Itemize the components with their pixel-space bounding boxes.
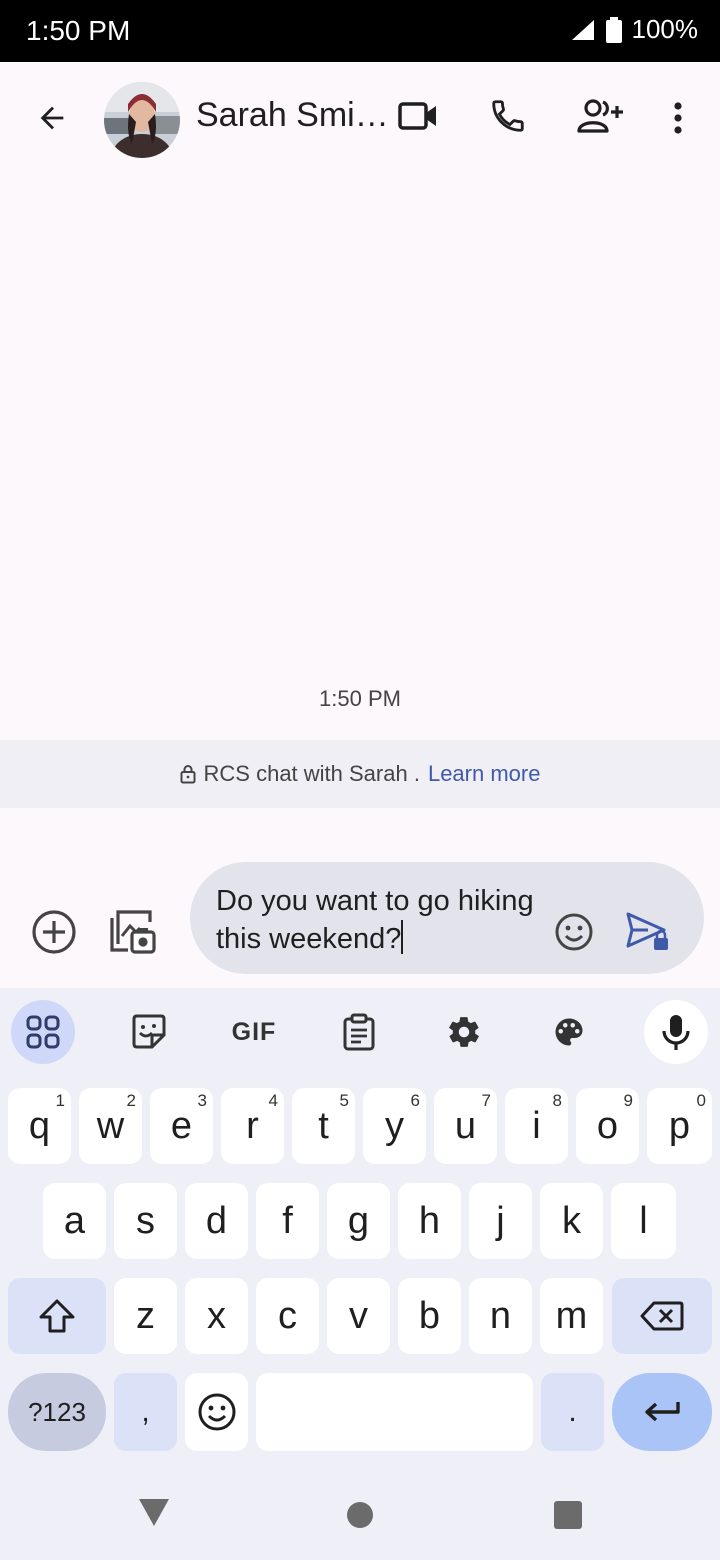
key-w[interactable]: w2 [79, 1088, 142, 1164]
symbols-key[interactable]: ?123 [8, 1373, 106, 1451]
shift-icon [39, 1299, 75, 1333]
key-h[interactable]: h [398, 1183, 461, 1259]
send-button[interactable] [624, 910, 674, 954]
shift-key[interactable] [8, 1278, 106, 1354]
text-cursor [401, 920, 404, 954]
key-f[interactable]: f [256, 1183, 319, 1259]
message-timestamp: 1:50 PM [319, 686, 401, 711]
more-options-button[interactable] [660, 90, 696, 146]
keyboard-toolbar: GIF [0, 988, 720, 1076]
nav-home-icon[interactable] [346, 1501, 374, 1529]
key-b[interactable]: b [398, 1278, 461, 1354]
emoji-button[interactable] [552, 910, 596, 954]
phone-icon [492, 100, 524, 132]
nav-recents-icon[interactable] [553, 1501, 583, 1529]
contact-name[interactable]: Sarah Smi… [196, 96, 389, 135]
theme-button[interactable] [537, 1000, 601, 1064]
voice-input-button[interactable] [644, 1000, 708, 1064]
sticker-button[interactable] [117, 1000, 181, 1064]
status-time: 1:50 PM [26, 15, 131, 46]
enter-icon [645, 1402, 680, 1422]
emoji-icon [198, 1393, 235, 1431]
gif-button[interactable]: GIF [222, 1000, 286, 1064]
more-vert-icon [674, 102, 682, 134]
key-k[interactable]: k [540, 1183, 603, 1259]
key-j[interactable]: j [469, 1183, 532, 1259]
rcs-banner: RCS chat with Sarah . Learn more [0, 740, 720, 808]
conversation-header: Sarah Smi… [0, 62, 720, 172]
message-input[interactable]: Do you want to go hiking this weekend? [216, 882, 536, 958]
backspace-key[interactable] [612, 1278, 712, 1354]
add-people-button[interactable] [572, 90, 628, 142]
voice-call-button[interactable] [482, 90, 534, 142]
compose-box[interactable]: Do you want to go hiking this weekend? [190, 862, 704, 974]
contact-avatar[interactable] [104, 82, 180, 158]
settings-button[interactable] [432, 1000, 496, 1064]
key-q[interactable]: q1 [8, 1088, 71, 1164]
key-l[interactable]: l [611, 1183, 676, 1259]
lock-icon [180, 765, 196, 784]
back-button[interactable] [22, 90, 82, 146]
palette-icon [555, 1018, 583, 1046]
key-n[interactable]: n [469, 1278, 532, 1354]
key-g[interactable]: g [327, 1183, 390, 1259]
grid-icon [26, 1015, 60, 1049]
key-y[interactable]: y6 [363, 1088, 426, 1164]
key-a[interactable]: a [43, 1183, 106, 1259]
key-v[interactable]: v [327, 1278, 390, 1354]
key-t[interactable]: t5 [292, 1088, 355, 1164]
key-e[interactable]: e3 [150, 1088, 213, 1164]
key-o[interactable]: o9 [576, 1088, 639, 1164]
apps-grid-button[interactable] [11, 1000, 75, 1064]
videocam-icon [398, 102, 436, 130]
period-key[interactable]: . [541, 1373, 604, 1451]
key-d[interactable]: d [185, 1183, 248, 1259]
comma-key[interactable]: , [114, 1373, 177, 1451]
backspace-icon [640, 1301, 684, 1331]
emoji-icon [555, 913, 593, 951]
video-call-button[interactable] [392, 90, 444, 142]
sticker-icon [132, 1014, 166, 1049]
system-navigation-bar [0, 1468, 720, 1560]
key-m[interactable]: m [540, 1278, 603, 1354]
gallery-camera-icon [110, 910, 156, 954]
clipboard-button[interactable] [327, 1000, 391, 1064]
enter-key[interactable] [612, 1373, 712, 1451]
clipboard-icon [343, 1013, 375, 1051]
gif-label: GIF [231, 1017, 277, 1046]
send-lock-icon [626, 912, 668, 950]
add-circle-icon [32, 910, 76, 954]
gear-icon [449, 1017, 479, 1047]
key-z[interactable]: z [114, 1278, 177, 1354]
battery-icon [605, 16, 622, 43]
learn-more-link[interactable]: Learn more [428, 761, 541, 787]
rcs-banner-text: RCS chat with Sarah . [203, 761, 420, 786]
key-p[interactable]: p0 [647, 1088, 712, 1164]
space-key[interactable] [256, 1373, 533, 1451]
mic-icon [662, 1015, 690, 1050]
signal-icon [571, 19, 594, 40]
key-u[interactable]: u7 [434, 1088, 497, 1164]
emoji-key[interactable] [185, 1373, 248, 1451]
nav-back-icon[interactable] [138, 1498, 170, 1528]
status-bar: 1:50 PM 100% [0, 0, 720, 62]
battery-percent: 100% [631, 14, 699, 44]
person-add-icon [577, 99, 623, 133]
key-i[interactable]: i8 [505, 1088, 568, 1164]
attach-button[interactable] [28, 906, 80, 958]
arrow-back-icon [40, 106, 64, 130]
key-c[interactable]: c [256, 1278, 319, 1354]
key-x[interactable]: x [185, 1278, 248, 1354]
gallery-button[interactable] [106, 904, 160, 958]
key-s[interactable]: s [114, 1183, 177, 1259]
key-r[interactable]: r4 [221, 1088, 284, 1164]
